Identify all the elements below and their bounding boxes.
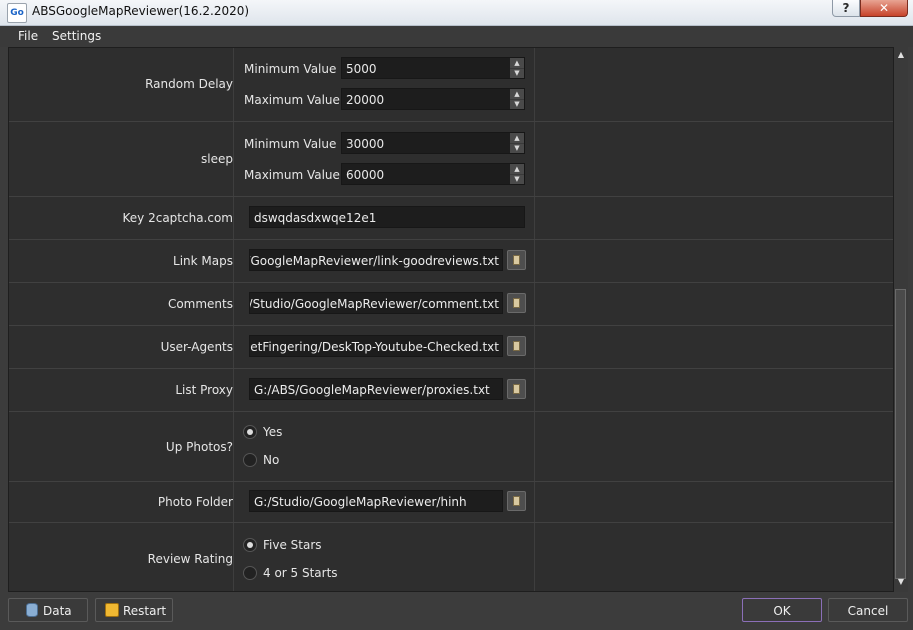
sleep-max-label: Maximum Value <box>244 168 340 182</box>
review-rating-five-stars-radio[interactable] <box>243 538 257 552</box>
photo-folder-browse-button[interactable] <box>507 491 526 511</box>
folder-icon <box>513 255 520 265</box>
comments-label: Comments <box>167 297 233 311</box>
review-rating-4-or-5-radio[interactable] <box>243 566 257 580</box>
random-delay-max-value: 20000 <box>346 93 385 107</box>
review-rating-label: Review Rating <box>147 552 233 566</box>
row-up-photos: Up Photos? Yes No <box>9 412 893 482</box>
help-button[interactable]: ? <box>832 0 860 17</box>
random-delay-min-label: Minimum Value <box>244 62 337 76</box>
row-comments: Comments G:/Studio/GoogleMapReviewer/com… <box>9 283 893 326</box>
window-title: ABSGoogleMapReviewer(16.2.2020) <box>32 4 250 18</box>
row-key-2captcha: Key 2captcha.com dswqdasdxwqe12e1 <box>9 197 893 240</box>
menu-bar: File Settings <box>0 26 913 47</box>
close-button[interactable]: ✕ <box>860 0 908 17</box>
settings-table: Random Delay Minimum Value 5000 ▲ ▼ Maxi… <box>8 47 894 592</box>
sleep-max-spinbox[interactable]: 60000 ▲ ▼ <box>341 163 525 185</box>
list-proxy-label: List Proxy <box>175 383 233 397</box>
row-sleep: sleep Minimum Value 30000 ▲ ▼ Maximum Va… <box>9 122 893 197</box>
restart-icon <box>105 603 119 617</box>
title-bar: Go ABSGoogleMapReviewer(16.2.2020) ? ✕ <box>0 0 913 26</box>
link-maps-label: Link Maps <box>173 254 233 268</box>
sleep-min-spinbox[interactable]: 30000 ▲ ▼ <box>341 132 525 154</box>
row-random-delay: Random Delay Minimum Value 5000 ▲ ▼ Maxi… <box>9 48 893 122</box>
up-photos-no-radio[interactable] <box>243 453 257 467</box>
scroll-thumb[interactable] <box>895 289 906 579</box>
spin-down-icon[interactable]: ▼ <box>510 143 524 153</box>
menu-settings[interactable]: Settings <box>52 29 101 43</box>
vertical-scrollbar[interactable]: ▲ ▼ <box>894 47 908 592</box>
review-rating-4-or-5-label[interactable]: 4 or 5 Starts <box>263 566 338 580</box>
photo-folder-label: Photo Folder <box>157 495 233 509</box>
row-list-proxy: List Proxy G:/ABS/GoogleMapReviewer/prox… <box>9 369 893 412</box>
key-2captcha-label: Key 2captcha.com <box>122 211 233 225</box>
restart-button[interactable]: Restart <box>95 598 173 622</box>
comments-input[interactable]: G:/Studio/GoogleMapReviewer/comment.txt <box>249 292 503 314</box>
spin-down-icon[interactable]: ▼ <box>510 174 524 184</box>
menu-file[interactable]: File <box>18 29 38 43</box>
user-agents-browse-button[interactable] <box>507 336 526 356</box>
link-maps-input[interactable]: o/GoogleMapReviewer/link-goodreviews.txt <box>249 249 503 271</box>
row-review-rating: Review Rating Five Stars 4 or 5 Starts <box>9 523 893 591</box>
link-maps-browse-button[interactable] <box>507 250 526 270</box>
row-link-maps: Link Maps o/GoogleMapReviewer/link-goodr… <box>9 240 893 283</box>
key-2captcha-input[interactable]: dswqdasdxwqe12e1 <box>249 206 525 228</box>
folder-icon <box>513 298 520 308</box>
random-delay-max-spinbox[interactable]: 20000 ▲ ▼ <box>341 88 525 110</box>
folder-icon <box>513 384 520 394</box>
comments-browse-button[interactable] <box>507 293 526 313</box>
cancel-button[interactable]: Cancel <box>828 598 908 622</box>
photo-folder-input[interactable]: G:/Studio/GoogleMapReviewer/hinh <box>249 490 503 512</box>
list-proxy-input[interactable]: G:/ABS/GoogleMapReviewer/proxies.txt <box>249 378 503 400</box>
folder-icon <box>513 496 520 506</box>
row-photo-folder: Photo Folder G:/Studio/GoogleMapReviewer… <box>9 482 893 523</box>
ok-button[interactable]: OK <box>742 598 822 622</box>
list-proxy-browse-button[interactable] <box>507 379 526 399</box>
spin-down-icon[interactable]: ▼ <box>510 68 524 78</box>
spin-down-icon[interactable]: ▼ <box>510 99 524 109</box>
sleep-min-value: 30000 <box>346 137 385 151</box>
up-photos-yes-radio[interactable] <box>243 425 257 439</box>
database-icon <box>26 603 38 617</box>
scroll-up-icon[interactable]: ▲ <box>894 50 908 62</box>
user-agents-label: User-Agents <box>160 340 233 354</box>
review-rating-five-stars-label[interactable]: Five Stars <box>263 538 322 552</box>
user-agents-input[interactable]: GetFingering/DeskTop-Youtube-Checked.txt <box>249 335 503 357</box>
sleep-min-label: Minimum Value <box>244 137 337 151</box>
random-delay-min-spinbox[interactable]: 5000 ▲ ▼ <box>341 57 525 79</box>
up-photos-yes-label[interactable]: Yes <box>263 425 282 439</box>
random-delay-min-value: 5000 <box>346 62 377 76</box>
random-delay-label: Random Delay <box>145 77 233 91</box>
sleep-label: sleep <box>201 152 233 166</box>
row-user-agents: User-Agents GetFingering/DeskTop-Youtube… <box>9 326 893 369</box>
sleep-max-value: 60000 <box>346 168 385 182</box>
app-icon: Go <box>7 3 27 23</box>
up-photos-label: Up Photos? <box>165 440 233 454</box>
up-photos-no-label[interactable]: No <box>263 453 279 467</box>
scroll-down-icon[interactable]: ▼ <box>894 577 908 589</box>
random-delay-max-label: Maximum Value <box>244 93 340 107</box>
folder-icon <box>513 341 520 351</box>
data-button[interactable]: Data <box>8 598 88 622</box>
